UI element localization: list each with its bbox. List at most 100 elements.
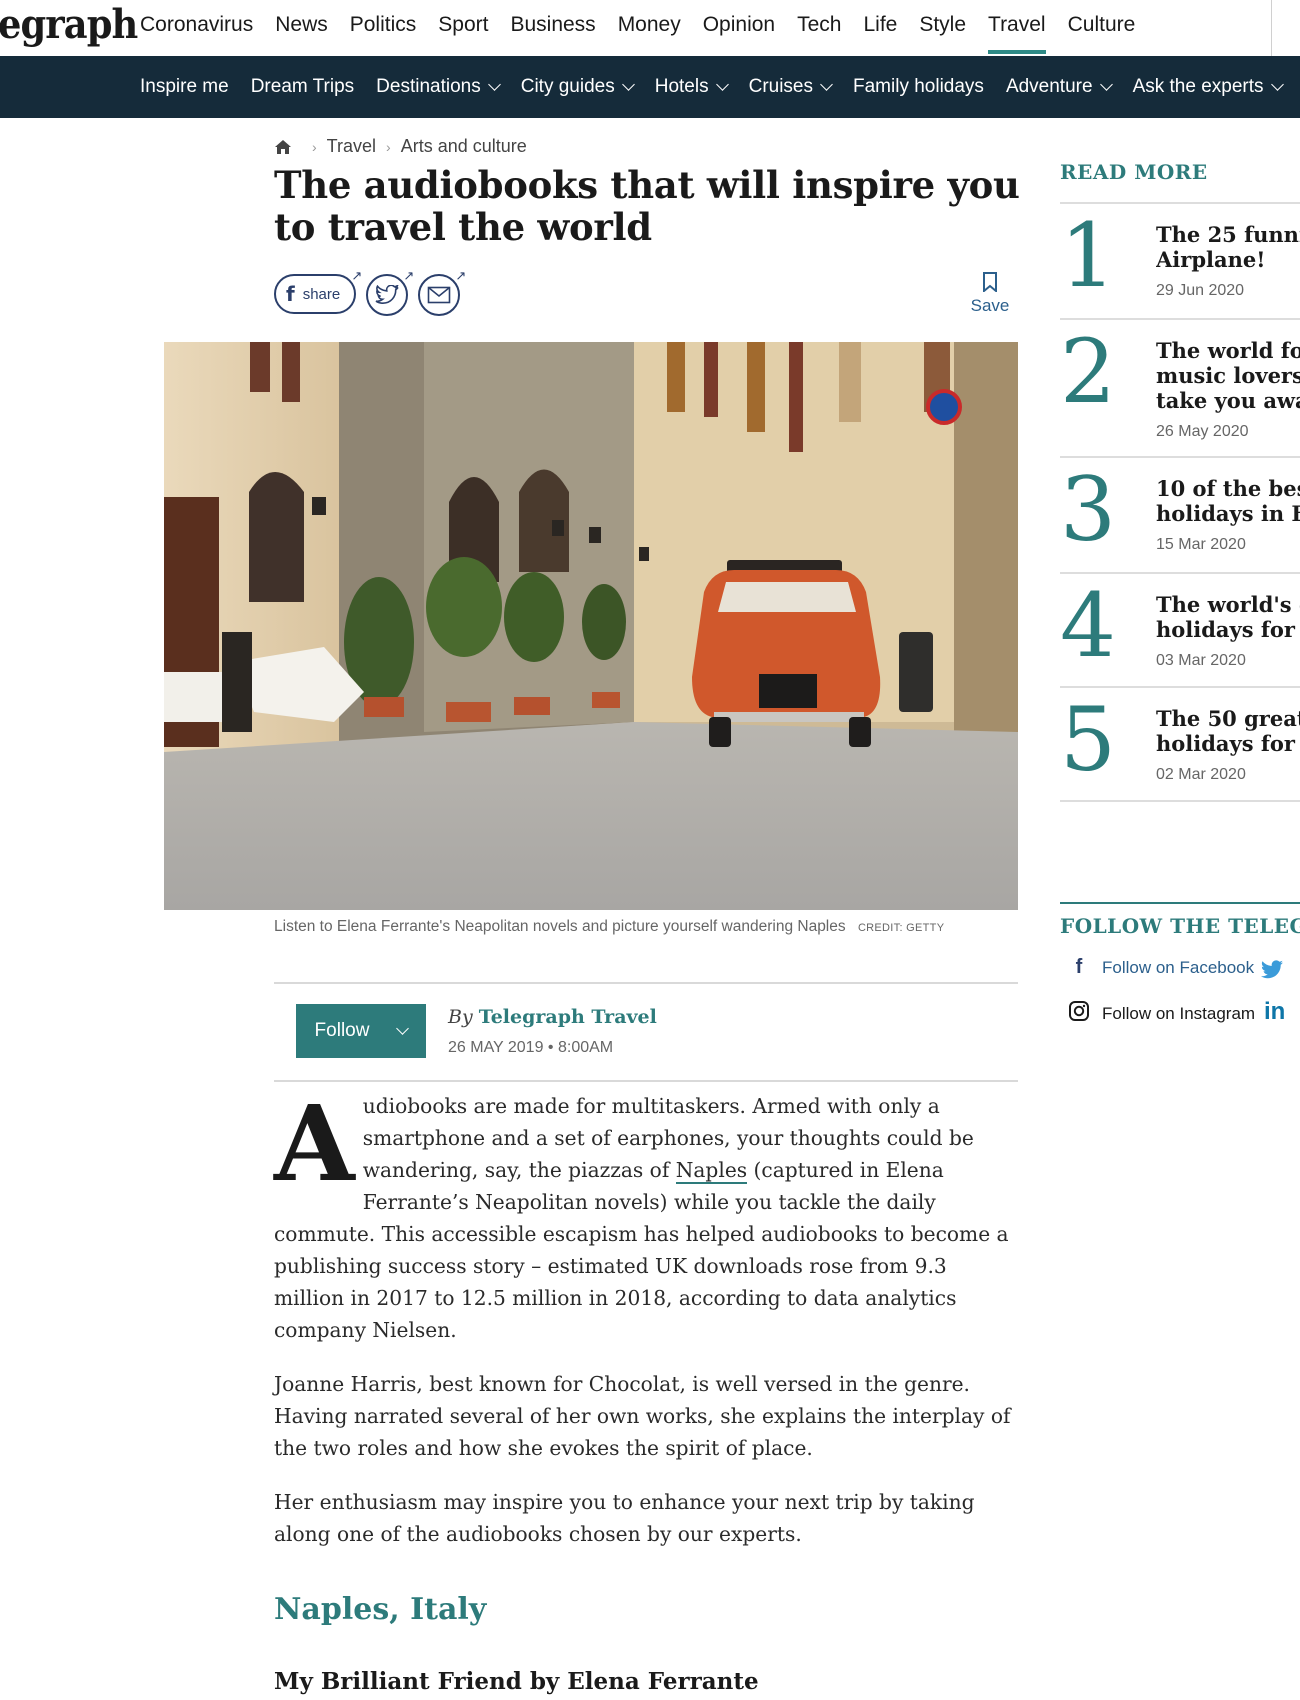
chevron-down-icon xyxy=(487,78,501,91)
nav-item-coronavirus[interactable]: Coronavirus xyxy=(140,0,253,52)
read-more-heading: READ MORE xyxy=(1060,160,1208,184)
nav-item-tech[interactable]: Tech xyxy=(797,0,841,52)
twitter-icon xyxy=(1261,960,1283,979)
follow-author-button[interactable]: Follow xyxy=(296,1004,426,1058)
read-more-item[interactable]: 1 The 25 funnieAirplane! 29 Jun 2020 xyxy=(1060,204,1300,320)
rank-number: 4 xyxy=(1060,574,1116,677)
read-more-date: 29 Jun 2020 xyxy=(1156,282,1245,299)
facebook-share-button[interactable]: f share ↗ xyxy=(274,268,362,314)
chevron-down-icon xyxy=(715,78,729,91)
sub-nav-list: Inspire me Dream Trips Destinations City gu… xyxy=(140,56,1300,118)
title-line: The 50 greate xyxy=(1156,706,1300,731)
bookmark-icon xyxy=(983,272,997,292)
save-button[interactable]: Save xyxy=(970,272,1010,316)
rank-number: 2 xyxy=(1060,320,1116,423)
nav-item-politics[interactable]: Politics xyxy=(350,0,417,52)
read-more-rail: READ MORE 1 The 25 funnieAirplane! 29 Jun … xyxy=(1060,160,1300,802)
title-line: The 25 funnie xyxy=(1156,222,1300,247)
twitter-share-button[interactable]: ↗ xyxy=(366,268,414,316)
title-line: Airplane! xyxy=(1156,247,1266,272)
breadcrumb-separator: › xyxy=(386,138,391,155)
breadcrumb-separator: › xyxy=(312,138,317,155)
title-line: music lovers: xyxy=(1156,363,1300,388)
publish-date: 26 MAY 2019 • 8:00AM xyxy=(448,1039,614,1056)
top-nav-list: Coronavirus News Politics Sport Business Mone… xyxy=(140,0,1157,54)
instagram-icon xyxy=(1066,1000,1092,1027)
by-label: By xyxy=(448,1006,473,1028)
image-caption: Listen to Elena Ferrante's Neapolitan no… xyxy=(274,918,944,936)
subnav-item-dream-trips[interactable]: Dream Trips xyxy=(251,56,354,118)
section-heading: Naples, Italy xyxy=(274,1592,487,1627)
subnav-item-ask-the-experts[interactable]: Ask the experts xyxy=(1132,56,1284,118)
article-paragraph: Joanne Harris, best known for Chocolat, … xyxy=(274,1372,1011,1460)
twitter-follow-link[interactable] xyxy=(1260,960,1284,980)
chevron-down-icon xyxy=(1099,78,1113,91)
title-line: The world for xyxy=(1156,338,1300,363)
paragraph-text: (captured in Elena Ferrante’s Neapolitan… xyxy=(274,1158,1009,1342)
home-icon[interactable] xyxy=(274,139,292,155)
breadcrumb-travel[interactable]: Travel xyxy=(327,136,376,157)
subnav-item-adventure[interactable]: Adventure xyxy=(1005,56,1113,118)
read-more-date: 15 Mar 2020 xyxy=(1156,536,1246,553)
subnav-item-city-guides[interactable]: City guides xyxy=(520,56,635,118)
divider xyxy=(1271,0,1272,56)
subnav-label: Ask the experts xyxy=(1132,76,1264,97)
subnav-label: Inspire me xyxy=(140,76,229,97)
nav-item-travel[interactable]: Travel xyxy=(988,0,1046,54)
linkedin-follow-link[interactable]: in xyxy=(1264,998,1285,1026)
rank-number: 1 xyxy=(1060,204,1116,307)
author-link[interactable]: Telegraph Travel xyxy=(479,1006,657,1028)
nav-item-culture[interactable]: Culture xyxy=(1068,0,1136,52)
subnav-item-destinations[interactable]: Destinations xyxy=(376,56,501,118)
email-share-button[interactable]: ↗ xyxy=(418,268,466,316)
byline: Follow By Telegraph Travel 26 MAY 2019 •… xyxy=(274,982,1018,1082)
subnav-item-cruises[interactable]: Cruises xyxy=(748,56,833,118)
subnav-label: Adventure xyxy=(1005,76,1093,97)
linkedin-icon: in xyxy=(1264,998,1286,1025)
nav-item-business[interactable]: Business xyxy=(510,0,595,52)
nav-item-life[interactable]: Life xyxy=(863,0,897,52)
read-more-title: The 50 greateholidays for 2 xyxy=(1156,706,1300,756)
read-more-item[interactable]: 5 The 50 greateholidays for 2 02 Mar 2020 xyxy=(1060,688,1300,802)
top-navigation: egraph Coronavirus News Politics Sport Busin… xyxy=(0,0,1300,56)
follow-facebook-link[interactable]: f Follow on Facebook xyxy=(1066,956,1254,979)
nav-item-sport[interactable]: Sport xyxy=(438,0,488,52)
follow-instagram-link[interactable]: Follow on Instagram xyxy=(1066,1000,1255,1027)
follow-label: Follow xyxy=(314,1020,370,1041)
subnav-item-hotels[interactable]: Hotels xyxy=(654,56,729,118)
site-logo[interactable]: egraph xyxy=(0,0,138,50)
subnav-item-family-holidays[interactable]: Family holidays xyxy=(853,56,984,118)
email-icon xyxy=(427,286,451,304)
article-paragraph: Audiobooks are made for multitaskers. Ar… xyxy=(274,1090,1018,1346)
breadcrumb-arts-and-culture[interactable]: Arts and culture xyxy=(401,136,527,157)
chevron-down-icon xyxy=(820,78,833,91)
author-line: By Telegraph Travel xyxy=(448,1006,657,1028)
read-more-item[interactable]: 4 The world's gholidays for 2 03 Mar 2020 xyxy=(1060,574,1300,688)
title-line: holidays for 2 xyxy=(1156,731,1300,756)
read-more-date: 03 Mar 2020 xyxy=(1156,652,1246,669)
read-more-item[interactable]: 2 The world formusic lovers:take you away… xyxy=(1060,320,1300,458)
breadcrumb: › Travel › Arts and culture xyxy=(274,136,527,157)
subnav-label: Hotels xyxy=(654,76,709,97)
subnav-label: Destinations xyxy=(376,76,481,97)
image-credit: CREDIT: GETTY xyxy=(857,922,945,934)
read-more-item[interactable]: 3 10 of the bestholidays in Br 15 Mar 2020 xyxy=(1060,458,1300,574)
nav-item-style[interactable]: Style xyxy=(919,0,966,52)
title-line: take you away xyxy=(1156,388,1300,413)
nav-item-opinion[interactable]: Opinion xyxy=(703,0,775,52)
share-buttons: f share ↗ ↗ ↗ xyxy=(274,268,466,316)
subnav-label: City guides xyxy=(520,76,615,97)
chevron-down-icon xyxy=(621,78,635,91)
travel-sub-navigation: Inspire me Dream Trips Destinations City gu… xyxy=(0,56,1300,118)
read-more-title: 10 of the bestholidays in Br xyxy=(1156,476,1300,526)
drop-cap: A xyxy=(274,1082,355,1205)
nav-item-money[interactable]: Money xyxy=(618,0,681,52)
read-more-title: The world formusic lovers:take you away xyxy=(1156,338,1300,413)
article-paragraph: Her enthusiasm may inspire you to enhanc… xyxy=(274,1490,975,1546)
facebook-icon: f xyxy=(286,282,295,306)
subnav-item-inspire-me[interactable]: Inspire me xyxy=(140,56,229,118)
subnav-label: Cruises xyxy=(748,76,813,97)
save-label: Save xyxy=(970,296,1010,315)
nav-item-news[interactable]: News xyxy=(275,0,328,52)
naples-link[interactable]: Naples xyxy=(675,1158,748,1184)
